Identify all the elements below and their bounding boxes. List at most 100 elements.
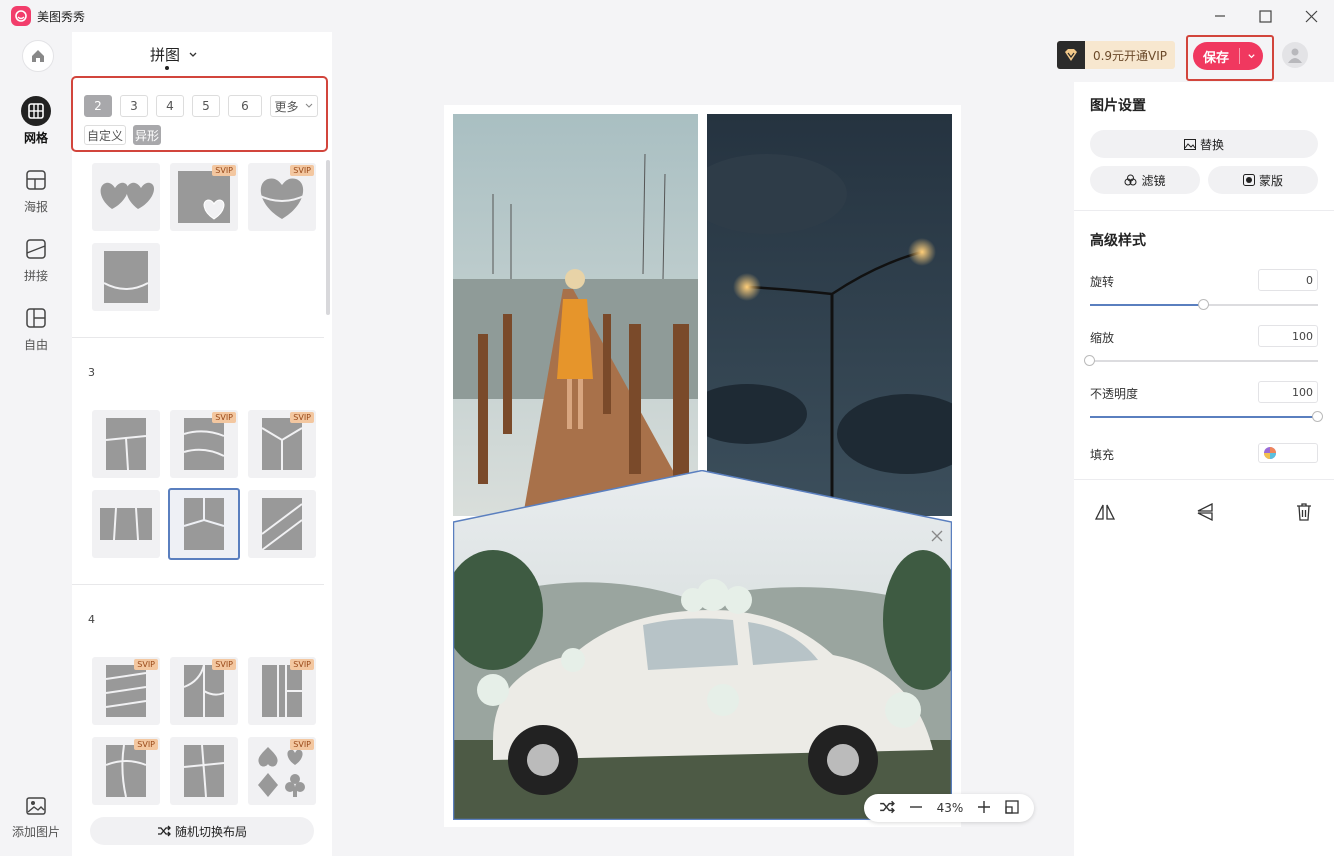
maximize-icon — [1258, 9, 1272, 23]
section-label-3: 3 — [88, 366, 95, 379]
image-settings-panel — [1074, 82, 1334, 856]
freeform-icon — [21, 303, 51, 333]
layout-tile-4c[interactable]: SVIP — [248, 657, 316, 725]
photo-streetlight[interactable] — [707, 114, 952, 516]
nav-poster[interactable]: 海报 — [0, 165, 72, 225]
delete-button[interactable] — [1294, 501, 1314, 523]
fit-screen-button[interactable] — [1005, 799, 1019, 817]
chevron-down-icon — [306, 103, 313, 108]
add-image-button[interactable]: 添加图片 — [0, 795, 72, 847]
rotate-input[interactable]: 0 — [1258, 269, 1318, 291]
layout-tile-3c[interactable]: SVIP — [248, 410, 316, 478]
title-bar — [0, 0, 1334, 32]
photo-vintage-car[interactable] — [453, 470, 952, 820]
scale-slider-knob[interactable] — [1084, 355, 1095, 366]
close-window-button[interactable] — [1297, 4, 1325, 28]
minimize-button[interactable] — [1206, 4, 1234, 28]
mode-dropdown[interactable]: 拼图 — [150, 44, 198, 65]
nav-freeform[interactable]: 自由 — [0, 303, 72, 363]
custom-tag[interactable]: 自定义 — [84, 125, 126, 145]
shuffle-button[interactable] — [879, 800, 895, 817]
shuffle-icon — [157, 825, 171, 837]
filter-label: 滤镜 — [1141, 173, 1166, 188]
mode-title: 拼图 — [150, 46, 181, 64]
mask-button[interactable]: 蒙版 — [1208, 166, 1318, 194]
layout-tile-4e[interactable] — [170, 737, 238, 805]
opacity-slider-knob[interactable] — [1312, 411, 1323, 422]
flip-vertical-icon — [1197, 502, 1213, 522]
rotate-slider-knob[interactable] — [1198, 299, 1209, 310]
scale-input[interactable]: 100 — [1258, 325, 1318, 347]
layout-tile-3b[interactable]: SVIP — [170, 410, 238, 478]
rotate-label: 旋转 — [1090, 275, 1115, 289]
remove-photo-button[interactable] — [930, 529, 944, 543]
count-option-6[interactable]: 6 — [228, 95, 262, 117]
layout-tile-4d[interactable]: SVIP — [92, 737, 160, 805]
nav-grid[interactable]: 网格 — [0, 96, 72, 156]
layout-tile-curve-bottom[interactable] — [92, 243, 160, 311]
trash-icon — [1297, 503, 1311, 521]
svip-badge: SVIP — [212, 165, 236, 176]
save-button[interactable]: 保存 — [1193, 42, 1263, 70]
mode-indicator-dot — [165, 66, 169, 70]
nav-stitch[interactable]: 拼接 — [0, 234, 72, 294]
zoom-out-button[interactable] — [909, 800, 923, 817]
scale-label: 缩放 — [1090, 331, 1115, 345]
fit-screen-icon — [1005, 799, 1019, 814]
random-layout-button[interactable]: 随机切换布局 — [90, 817, 314, 845]
color-wheel-icon — [1264, 447, 1276, 459]
advanced-style-title: 高级样式 — [1090, 233, 1146, 249]
svip-badge: SVIP — [212, 412, 236, 423]
filter-button[interactable]: 滤镜 — [1090, 166, 1200, 194]
layout-tile-3d[interactable] — [92, 490, 160, 558]
mask-icon — [1242, 174, 1255, 186]
grid-icon — [21, 96, 51, 126]
maximize-button[interactable] — [1251, 4, 1279, 28]
image-settings-title: 图片设置 — [1090, 98, 1146, 114]
fill-color-picker[interactable] — [1258, 443, 1318, 463]
vip-text: 0.9元开通VIP — [1092, 48, 1168, 63]
minus-icon — [909, 805, 922, 808]
panel-scrollbar[interactable] — [326, 160, 330, 315]
layout-tile-square-heart[interactable]: SVIP — [170, 163, 238, 231]
count-option-2[interactable]: 2 — [84, 95, 112, 117]
plus-icon — [978, 800, 991, 813]
save-label: 保存 — [1202, 50, 1229, 66]
count-option-5[interactable]: 5 — [192, 95, 220, 117]
layout-tile-3f[interactable] — [248, 490, 316, 558]
count-option-4[interactable]: 4 — [156, 95, 184, 117]
shaped-tag[interactable]: 异形 — [133, 125, 161, 145]
right-divider — [1074, 479, 1334, 480]
image-icon — [1183, 138, 1196, 150]
opacity-slider-fill — [1090, 416, 1318, 418]
replace-button[interactable]: 替换 — [1090, 130, 1318, 158]
svip-badge: SVIP — [290, 739, 314, 750]
flip-vertical-button[interactable] — [1194, 501, 1216, 523]
layout-tile-4b[interactable]: SVIP — [170, 657, 238, 725]
close-icon — [1305, 10, 1317, 22]
count-option-3[interactable]: 3 — [120, 95, 148, 117]
save-options-button[interactable] — [1240, 52, 1263, 61]
scale-slider[interactable] — [1090, 360, 1318, 362]
chevron-down-icon — [1248, 53, 1255, 58]
more-dropdown[interactable]: 更多 — [270, 95, 318, 117]
replace-label: 替换 — [1199, 137, 1224, 152]
layout-tile-4a[interactable]: SVIP — [92, 657, 160, 725]
avatar[interactable] — [1282, 42, 1308, 68]
home-icon — [32, 50, 44, 62]
fill-label: 填充 — [1090, 448, 1115, 462]
layout-tile-3e-selected[interactable] — [168, 488, 240, 560]
photo-pier[interactable] — [453, 114, 698, 516]
zoom-in-button[interactable] — [977, 800, 991, 817]
vip-upgrade-button[interactable]: 0.9元开通VIP — [1057, 41, 1175, 69]
layout-tile-heart-split[interactable]: SVIP — [248, 163, 316, 231]
home-button[interactable] — [22, 40, 54, 72]
opacity-input[interactable]: 100 — [1258, 381, 1318, 403]
layout-tile-4f-suits[interactable]: SVIP — [248, 737, 316, 805]
section-label-4: 4 — [88, 613, 95, 626]
layout-tile-hearts[interactable] — [92, 163, 160, 231]
stitch-icon — [21, 234, 51, 264]
layout-tile-3a[interactable] — [92, 410, 160, 478]
flip-horizontal-button[interactable] — [1094, 501, 1116, 523]
opacity-slider[interactable] — [1090, 416, 1318, 418]
